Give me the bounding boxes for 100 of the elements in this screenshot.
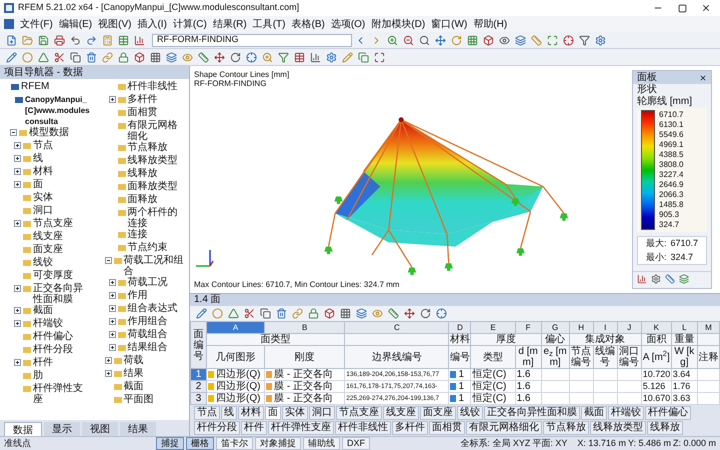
- tree-item[interactable]: 杆件: [33, 357, 53, 368]
- status-toggle[interactable]: 笛卡尔: [216, 437, 253, 450]
- table-tab[interactable]: 杆件非线性: [335, 421, 391, 435]
- table-tab[interactable]: 节点支座: [336, 406, 382, 420]
- rotate-icon[interactable]: [230, 52, 241, 62]
- circle-icon[interactable]: [22, 52, 33, 62]
- eye-icon[interactable]: [499, 34, 510, 46]
- table-tab[interactable]: 线支座: [383, 406, 419, 420]
- folder-icon[interactable]: [22, 34, 33, 46]
- table-tab[interactable]: 节点释放: [543, 421, 589, 435]
- triangle-icon[interactable]: [38, 52, 49, 62]
- delete-icon[interactable]: [276, 308, 287, 319]
- settings-icon[interactable]: [651, 274, 661, 284]
- expand-icon[interactable]: [14, 307, 21, 314]
- menu-item[interactable]: 附加模块(D): [371, 16, 426, 32]
- maximize-icon[interactable]: [678, 4, 686, 12]
- table-tab[interactable]: 多杆件: [392, 421, 428, 435]
- row-number[interactable]: 2: [190, 380, 207, 392]
- bar-chart-icon[interactable]: [310, 52, 321, 62]
- tree-item[interactable]: 荷载工况和组合: [124, 255, 187, 277]
- pencil-icon[interactable]: [6, 52, 17, 62]
- status-toggle[interactable]: 捕捉: [156, 437, 184, 450]
- tree-item[interactable]: 连接: [128, 229, 148, 240]
- circle-icon[interactable]: [212, 308, 223, 319]
- cube-icon[interactable]: [483, 34, 494, 46]
- settings-icon[interactable]: [595, 34, 606, 46]
- scissors-icon[interactable]: [54, 52, 65, 62]
- tree-item[interactable]: 正交各向异性面和膜: [33, 283, 92, 305]
- tree-item[interactable]: 可变厚度: [33, 270, 73, 281]
- grid-icon[interactable]: [340, 308, 351, 319]
- close-icon[interactable]: [699, 74, 707, 82]
- grid-icon[interactable]: [467, 34, 478, 46]
- tree-item[interactable]: 面: [33, 179, 43, 190]
- navigator-tab[interactable]: 结果: [120, 422, 156, 436]
- tree-item[interactable]: 线铰: [33, 257, 53, 268]
- zoom-in-icon[interactable]: [387, 34, 398, 46]
- filter-icon[interactable]: [278, 52, 289, 62]
- layers-icon[interactable]: [166, 52, 177, 62]
- printer-icon[interactable]: [54, 34, 65, 46]
- tree-item[interactable]: 线释放类型: [128, 155, 178, 166]
- pencil-icon[interactable]: [342, 52, 353, 62]
- tree-item[interactable]: 节点: [33, 140, 53, 151]
- expand-icon[interactable]: [108, 331, 116, 338]
- bar-chart-icon[interactable]: [134, 34, 145, 46]
- tree-item[interactable]: 线支座: [33, 231, 63, 242]
- expand-icon[interactable]: [14, 220, 21, 227]
- status-toggle[interactable]: 栅格: [186, 437, 214, 450]
- menu-item[interactable]: 插入(I): [137, 16, 167, 32]
- tree-item[interactable]: 平面图: [124, 394, 154, 405]
- tree-item[interactable]: 荷载组合: [128, 329, 168, 340]
- table-tab[interactable]: 线铰: [457, 406, 483, 420]
- collapse-icon[interactable]: [104, 257, 112, 264]
- tree-item[interactable]: 肋: [33, 370, 43, 381]
- filter-icon[interactable]: [579, 34, 590, 46]
- status-toggle[interactable]: 对象捕捉: [255, 437, 301, 450]
- menu-item[interactable]: 帮助(H): [473, 16, 508, 32]
- tree-item[interactable]: 荷载工况: [128, 277, 168, 288]
- tree-item[interactable]: 组合表达式: [128, 303, 178, 314]
- menu-item[interactable]: 文件(F): [20, 16, 53, 32]
- tree-item[interactable]: 节点释放: [128, 142, 168, 153]
- table-tab[interactable]: 截面: [581, 406, 607, 420]
- table-tab[interactable]: 线释放类型: [590, 421, 646, 435]
- cube-icon[interactable]: [134, 52, 145, 62]
- ruler-icon[interactable]: [665, 274, 675, 284]
- tree-item[interactable]: 作用: [128, 290, 148, 301]
- expand-icon[interactable]: [104, 357, 112, 364]
- table-tab[interactable]: 面相贯: [429, 421, 465, 435]
- tree-item[interactable]: 模型数据: [29, 127, 69, 138]
- menu-item[interactable]: 结果(R): [212, 16, 247, 32]
- tree-item[interactable]: 荷载: [124, 355, 144, 366]
- expand-icon[interactable]: [108, 96, 116, 103]
- tree-item[interactable]: 线: [33, 153, 43, 164]
- tree-item[interactable]: 实体: [33, 192, 53, 203]
- tree-item[interactable]: CanopyManpui_[C]www.modulesconsulta: [25, 94, 92, 127]
- lock-icon[interactable]: [308, 308, 319, 319]
- link-icon[interactable]: [292, 308, 303, 319]
- expand-icon[interactable]: [14, 142, 21, 149]
- tree-item[interactable]: 结果: [124, 368, 144, 379]
- tree-item[interactable]: 节点约束: [128, 242, 168, 253]
- save-icon[interactable]: [38, 34, 49, 46]
- new-file-icon[interactable]: [6, 34, 17, 46]
- menu-item[interactable]: 选项(O): [330, 16, 366, 32]
- table-icon[interactable]: [294, 52, 305, 62]
- navigator-tab[interactable]: 视图: [82, 422, 118, 436]
- zoom-out-icon[interactable]: [403, 34, 414, 46]
- scissors-icon[interactable]: [244, 308, 255, 319]
- status-toggle[interactable]: 辅助线: [303, 437, 340, 450]
- pencil-icon[interactable]: [196, 308, 207, 319]
- tree-item[interactable]: 节点支座: [33, 218, 73, 229]
- table-tab[interactable]: 实体: [282, 406, 308, 420]
- crosshair-icon[interactable]: [246, 52, 257, 62]
- menu-item[interactable]: 窗口(W): [431, 16, 468, 32]
- table-tab[interactable]: 杆件分段: [194, 421, 240, 435]
- table-tab[interactable]: 杆端铰: [608, 406, 644, 420]
- tree-item[interactable]: RFEM: [21, 81, 50, 92]
- column-letter[interactable]: C: [344, 322, 449, 334]
- layers-icon[interactable]: [679, 274, 689, 284]
- tree-item[interactable]: 多杆件: [128, 94, 158, 105]
- tree-item[interactable]: 洞口: [33, 205, 53, 216]
- table-tab[interactable]: 正交各向异性面和膜: [484, 406, 580, 420]
